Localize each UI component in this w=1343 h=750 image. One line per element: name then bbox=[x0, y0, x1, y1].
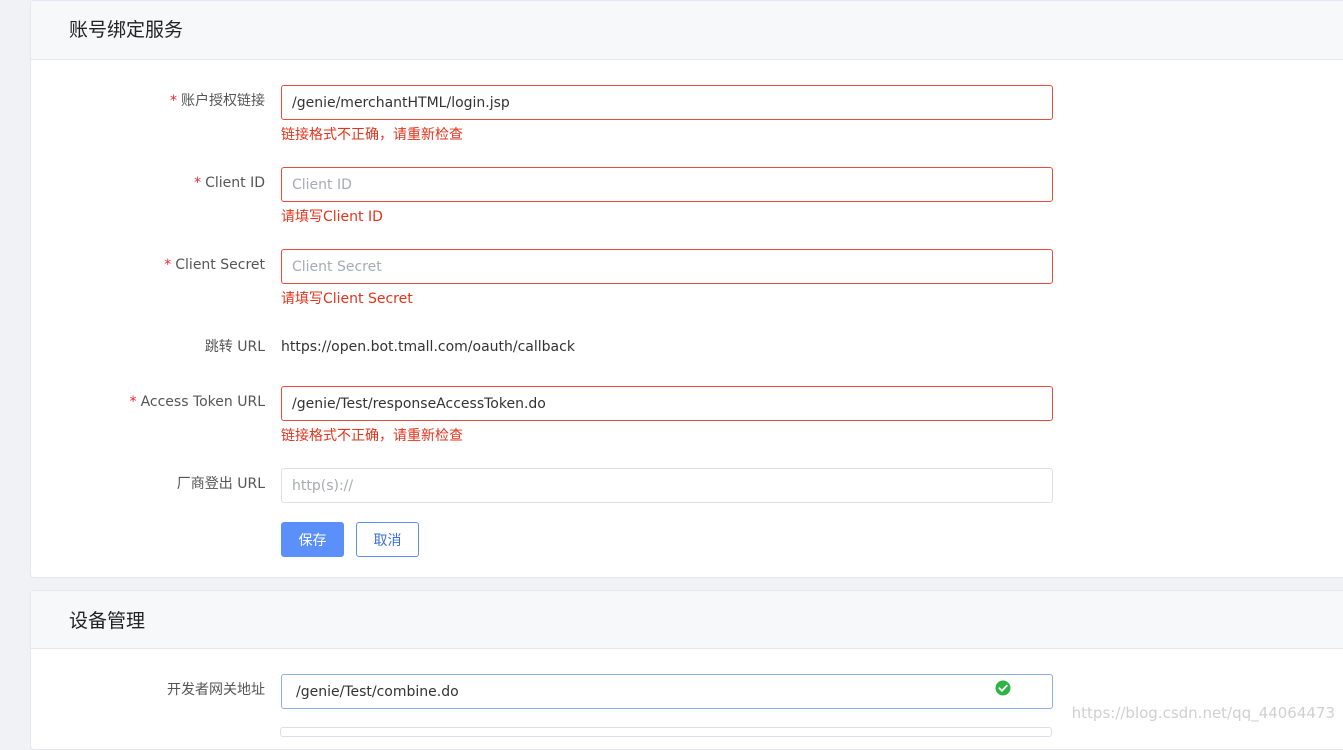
client-secret-error: 请填写Client Secret bbox=[281, 291, 413, 307]
cancel-button[interactable]: 取消 bbox=[356, 522, 419, 557]
access-token-url-error: 链接格式不正确，请重新检查 bbox=[281, 428, 463, 444]
account-binding-card: 账号绑定服务 *账户授权链接 链接格式不正确，请重新检查 *Client ID … bbox=[30, 0, 1343, 578]
device-management-card: 设备管理 开发者网关地址 bbox=[30, 590, 1343, 750]
client-id-input[interactable] bbox=[281, 167, 1053, 202]
auth-link-error: 链接格式不正确，请重新检查 bbox=[281, 127, 463, 143]
redirect-url-label: 跳转 URL bbox=[204, 339, 265, 355]
client-secret-label: * Client Secret bbox=[164, 257, 265, 273]
gateway-input[interactable] bbox=[281, 674, 1053, 709]
required-mark: * bbox=[129, 394, 137, 410]
auth-link-label: * 账户授权链接 bbox=[170, 93, 265, 109]
required-mark: * bbox=[170, 93, 177, 109]
watermark: https://blog.csdn.net/qq_44064473 bbox=[1071, 704, 1335, 722]
card-header: 账号绑定服务 bbox=[31, 1, 1343, 60]
auth-link-input[interactable] bbox=[281, 85, 1053, 120]
section-title: 账号绑定服务 bbox=[69, 19, 184, 41]
client-id-label: * Client ID bbox=[194, 175, 265, 191]
success-check-icon bbox=[995, 680, 1011, 696]
card-header: 设备管理 bbox=[31, 591, 1343, 649]
save-button[interactable]: 保存 bbox=[281, 522, 344, 557]
gateway-label: 开发者网关地址 bbox=[167, 682, 265, 698]
required-mark: * bbox=[194, 175, 202, 191]
section-title: 设备管理 bbox=[69, 610, 146, 632]
client-id-error: 请填写Client ID bbox=[281, 209, 383, 225]
access-token-url-label: * Access Token URL bbox=[129, 394, 265, 410]
required-mark: * bbox=[164, 257, 172, 273]
logout-url-label: 厂商登出 URL bbox=[176, 476, 265, 492]
redirect-url-value: https://open.bot.tmall.com/oauth/callbac… bbox=[281, 339, 575, 355]
access-token-url-input[interactable] bbox=[281, 386, 1053, 421]
logout-url-input[interactable] bbox=[281, 468, 1053, 503]
next-field-input[interactable] bbox=[280, 727, 1052, 737]
client-secret-input[interactable] bbox=[281, 249, 1053, 284]
